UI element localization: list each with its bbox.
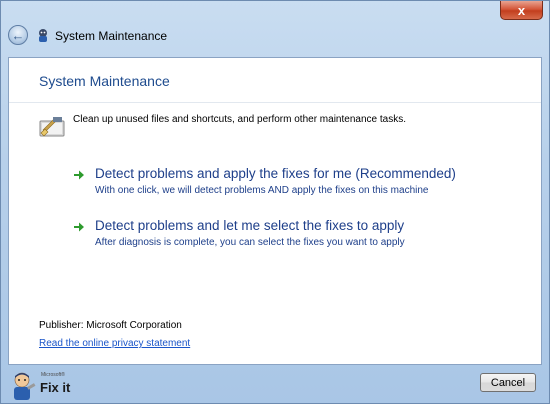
option-subtitle: With one click, we will detect problems … [95,185,429,196]
close-button[interactable]: x [500,1,543,20]
back-arrow-icon: ← [11,27,25,43]
header-band: System Maintenance [9,58,541,103]
content-panel: System Maintenance Clean up unused files… [8,57,542,365]
option-title: Detect problems and apply the fixes for … [95,166,456,181]
close-icon: x [517,2,526,18]
fixit-logo: Microsoft® Fix it [8,369,78,401]
title-bar: ← System Maintenance x [1,1,549,57]
page-title: System Maintenance [39,73,170,89]
publisher-label: Publisher: Microsoft Corporation [39,320,182,331]
footer: Microsoft® Fix it Cancel [1,365,549,403]
option-title: Detect problems and let me select the fi… [95,218,405,233]
window-title: System Maintenance [55,29,168,43]
fixit-mascot-icon [14,372,36,400]
window: ← System Maintenance x System Maintenanc… [0,0,550,404]
option-subtitle: After diagnosis is complete, you can sel… [95,237,405,248]
description-text: Clean up unused files and shortcuts, and… [73,114,406,125]
broom-cleanup-icon [39,117,65,137]
app-icon [39,29,47,42]
back-button[interactable]: ← [8,25,28,45]
privacy-statement-link[interactable]: Read the online privacy statement [39,338,190,349]
green-arrow-icon [74,170,84,180]
fixit-brand-label: Microsoft® [41,372,65,378]
cancel-button[interactable]: Cancel [480,373,536,392]
green-arrow-icon [74,222,84,232]
fixit-label: Fix it [40,380,71,395]
